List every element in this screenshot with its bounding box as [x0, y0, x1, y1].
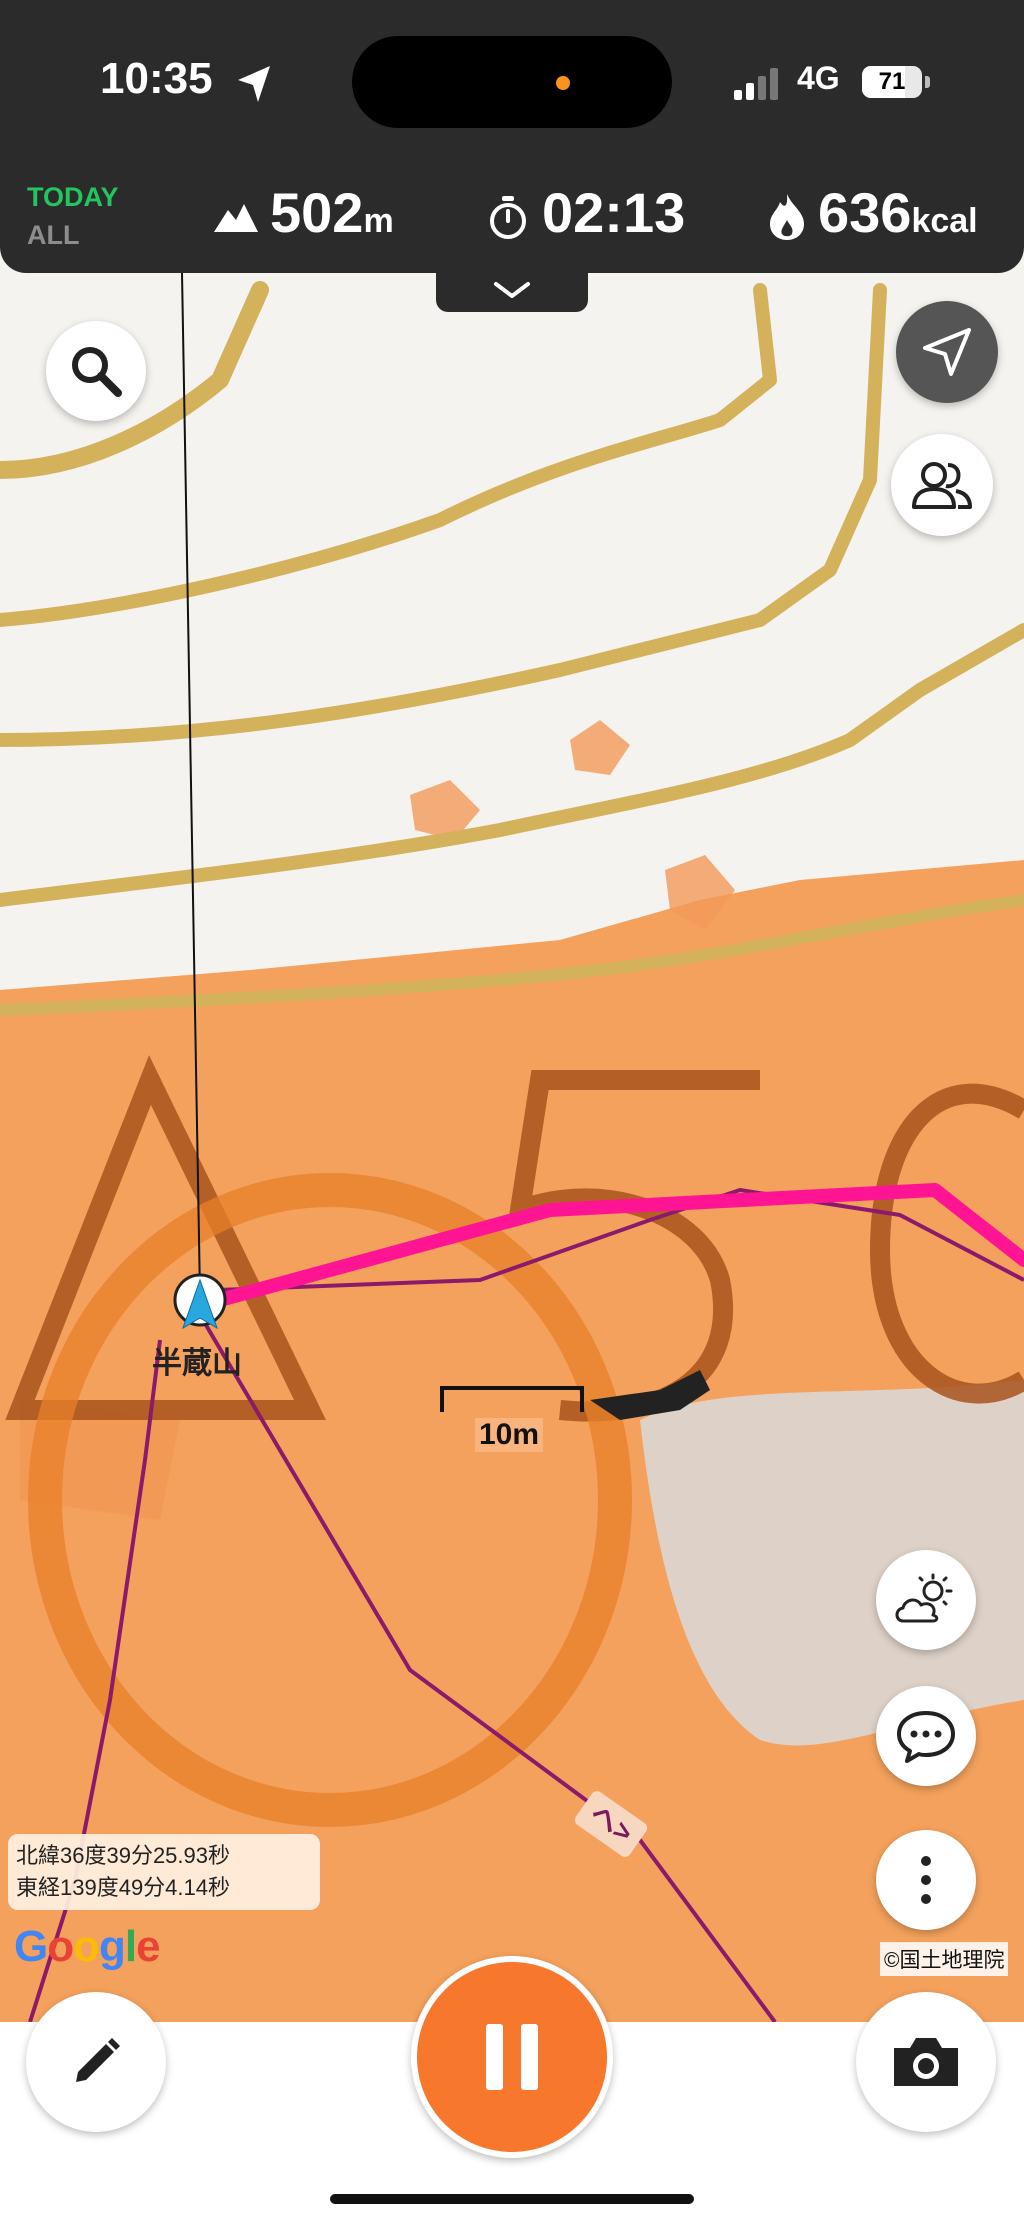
chevron-down-icon: [494, 282, 530, 298]
dynamic-island: [352, 36, 672, 128]
google-logo: Google: [14, 1922, 161, 1971]
calories-stat: 636kcal: [818, 183, 978, 251]
peak-label: 半蔵山: [152, 1347, 242, 1380]
current-location-button[interactable]: [896, 301, 998, 403]
group-button[interactable]: [891, 434, 993, 536]
signal-icon: [734, 68, 778, 100]
calories-value: 636: [818, 181, 912, 244]
search-icon: [72, 347, 122, 397]
flame-icon: [770, 194, 804, 240]
pause-button-ring[interactable]: [411, 1956, 613, 2158]
coordinates-display: 北緯36度39分25.93秒 東経139度49分4.14秒: [8, 1834, 320, 1910]
battery-nub: [925, 76, 930, 88]
camera-icon: [894, 2038, 958, 2086]
latitude: 北緯36度39分25.93秒: [16, 1843, 230, 1868]
more-button[interactable]: [876, 1830, 976, 1930]
battery-level: 71: [878, 68, 906, 95]
recording-indicator: [556, 76, 570, 90]
map-scale-label: 10m: [475, 1418, 544, 1452]
pencil-icon: [76, 2038, 120, 2082]
people-icon: [912, 462, 972, 509]
stopwatch-icon: [490, 196, 526, 239]
home-indicator[interactable]: [330, 2194, 694, 2204]
map-attribution: ©国土地理院: [880, 1942, 1009, 1976]
calories-unit: kcal: [911, 202, 978, 240]
status-time: 10:35: [100, 54, 213, 103]
scope-all[interactable]: ALL: [27, 220, 79, 251]
chat-icon: [897, 1711, 955, 1763]
weather-button[interactable]: [876, 1550, 976, 1650]
pause-icon: [486, 2024, 538, 2090]
longitude: 東経139度49分4.14秒: [16, 1875, 230, 1900]
edit-button[interactable]: [26, 1992, 166, 2132]
network-type: 4G: [797, 60, 840, 96]
elevation-value: 502: [270, 181, 364, 244]
navigation-arrow-icon: [923, 328, 971, 376]
more-vertical-icon: [921, 1856, 931, 1904]
elevation-stat: 502m: [270, 183, 394, 251]
chat-button[interactable]: [876, 1686, 976, 1786]
pause-button[interactable]: [417, 1962, 607, 2152]
mountain-icon: [214, 204, 258, 232]
weather-icon: [895, 1573, 953, 1623]
elevation-unit: m: [363, 202, 394, 240]
scope-today[interactable]: TODAY: [27, 182, 119, 213]
camera-button[interactable]: [856, 1992, 996, 2132]
search-button[interactable]: [46, 321, 146, 421]
expand-stats-handle[interactable]: [436, 270, 588, 312]
duration-stat: 02:13: [542, 181, 686, 244]
location-arrow-icon: [238, 66, 270, 102]
